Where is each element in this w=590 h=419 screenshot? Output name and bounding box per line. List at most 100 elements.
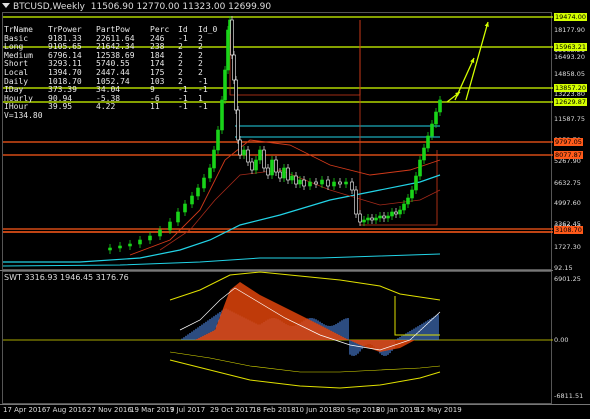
candle-body [176, 211, 180, 223]
candle-body [320, 179, 324, 185]
candle-body [430, 123, 434, 137]
candle-body [394, 211, 398, 215]
projection-arrow [454, 57, 475, 101]
candle-body [350, 181, 354, 191]
channel-step-line [229, 20, 361, 96]
indicator-tick-label: -6811.51 [554, 392, 584, 400]
price-level-tag: 9797.05 [554, 138, 583, 146]
indicator-upper-band [169, 271, 441, 301]
time-tick-label: 9 Jul 2017 [170, 406, 206, 414]
candle-body [196, 187, 200, 197]
candle-body [422, 147, 426, 161]
trend-power-table: TrName TrPower PartPow Perc Id Id_0 Basic 9181.… [4, 25, 223, 121]
time-tick-label: 27 Nov 2016 [87, 406, 132, 414]
candle-body [290, 175, 294, 181]
candle-body [232, 54, 236, 81]
candle-body [298, 179, 302, 185]
candle-body [362, 219, 366, 223]
price-tick-label: 1727.30 [554, 243, 581, 251]
candle-body [294, 175, 298, 185]
moving-average-red [129, 139, 441, 256]
candle-body [230, 19, 234, 56]
indicator-tick-label: 6901.25 [554, 275, 581, 283]
candle-body [354, 189, 358, 215]
candle-body [374, 217, 378, 221]
time-tick-label: 30 Sep 2018 [336, 406, 381, 414]
candle-body [386, 215, 390, 219]
price-level-tag: 13857.20 [554, 84, 588, 92]
candle-body [308, 181, 312, 187]
candle-body [226, 29, 230, 71]
chart-header: BTCUSD,Weekly 11506.90 12770.00 11323.00… [2, 2, 271, 14]
price-level-tag: 8077.87 [554, 151, 583, 159]
candle-body [314, 181, 318, 185]
moving-average-slow [2, 253, 441, 267]
candle-body [426, 135, 430, 149]
indicator-lower-band-inner [169, 351, 441, 373]
chart-window[interactable]: BTCUSD,Weekly 11506.90 12770.00 11323.00… [0, 0, 590, 419]
price-tick-label: 16493.20 [554, 53, 586, 61]
candle-body [216, 129, 220, 151]
stats-cell: 39.95 [48, 102, 73, 112]
candle-body [438, 99, 442, 113]
candle-body [406, 197, 410, 205]
candle-body [270, 159, 274, 176]
candle-body [274, 159, 278, 173]
time-tick-label: 19 Mar 2017 [130, 406, 175, 414]
price-level-tag: 12629.87 [554, 98, 588, 106]
indicator-label: SWT 3316.93 1946.45 3176.76 [4, 273, 129, 282]
price-tick-label: 6632.75 [554, 179, 581, 187]
stats-cell: -1 [178, 102, 188, 112]
price-tick-label: 18177.90 [554, 26, 586, 34]
candle-body [208, 167, 212, 179]
candle-body [358, 213, 362, 223]
time-tick-label: 17 Apr 2016 [3, 406, 47, 414]
price-level-tag: 15963.21 [554, 43, 588, 51]
candle-body [286, 167, 290, 181]
stats-cell: 11 [150, 102, 160, 112]
candle-body [326, 179, 330, 187]
candle-body [366, 217, 370, 221]
candle-body [378, 215, 382, 219]
candle-body [158, 229, 162, 237]
candle-body [190, 195, 194, 205]
price-level-tag: 19474.00 [554, 13, 588, 21]
candle-body [236, 109, 240, 141]
candle-body [183, 203, 187, 213]
stats-cell: 4.22 [96, 102, 116, 112]
price-level-tag: 3108.70 [554, 226, 583, 234]
price-tick-label: 11587.75 [554, 115, 586, 123]
candle-body [258, 149, 262, 161]
candle-body [250, 161, 254, 171]
price-tick-label: 4997.60 [554, 199, 581, 207]
candle-body [234, 79, 238, 111]
candle-body [223, 69, 227, 101]
candle-body [266, 167, 270, 176]
candle-body [382, 215, 386, 219]
dropdown-triangle-icon[interactable] [2, 3, 10, 8]
candle-body [410, 189, 414, 199]
candle-body [242, 149, 246, 156]
candle-body [278, 171, 282, 179]
candle-body [390, 211, 394, 217]
candle-body [302, 179, 306, 187]
ohlc-values: 11506.90 12770.00 11323.00 12699.90 [90, 2, 272, 12]
stats-cell: -1 [198, 102, 208, 112]
candle-body [202, 177, 206, 189]
candle-body [118, 245, 122, 249]
channel-step-line [359, 20, 438, 226]
time-tick-label: 29 Oct 2017 [210, 406, 254, 414]
candle-body [344, 181, 348, 185]
indicator-lower-band [169, 359, 441, 389]
candle-body [128, 243, 132, 247]
time-tick-label: 10 Jun 2018 [295, 406, 338, 414]
candle-body [282, 167, 286, 179]
candle-body [262, 149, 266, 169]
time-tick-label: 18 Feb 2018 [252, 406, 296, 414]
candle-body [414, 175, 418, 191]
candle-body [332, 181, 336, 187]
time-tick-label: 7 Aug 2016 [46, 406, 87, 414]
symbol-label: BTCUSD,Weekly [13, 2, 86, 12]
candle-body [402, 203, 406, 211]
candle-body [168, 221, 172, 231]
